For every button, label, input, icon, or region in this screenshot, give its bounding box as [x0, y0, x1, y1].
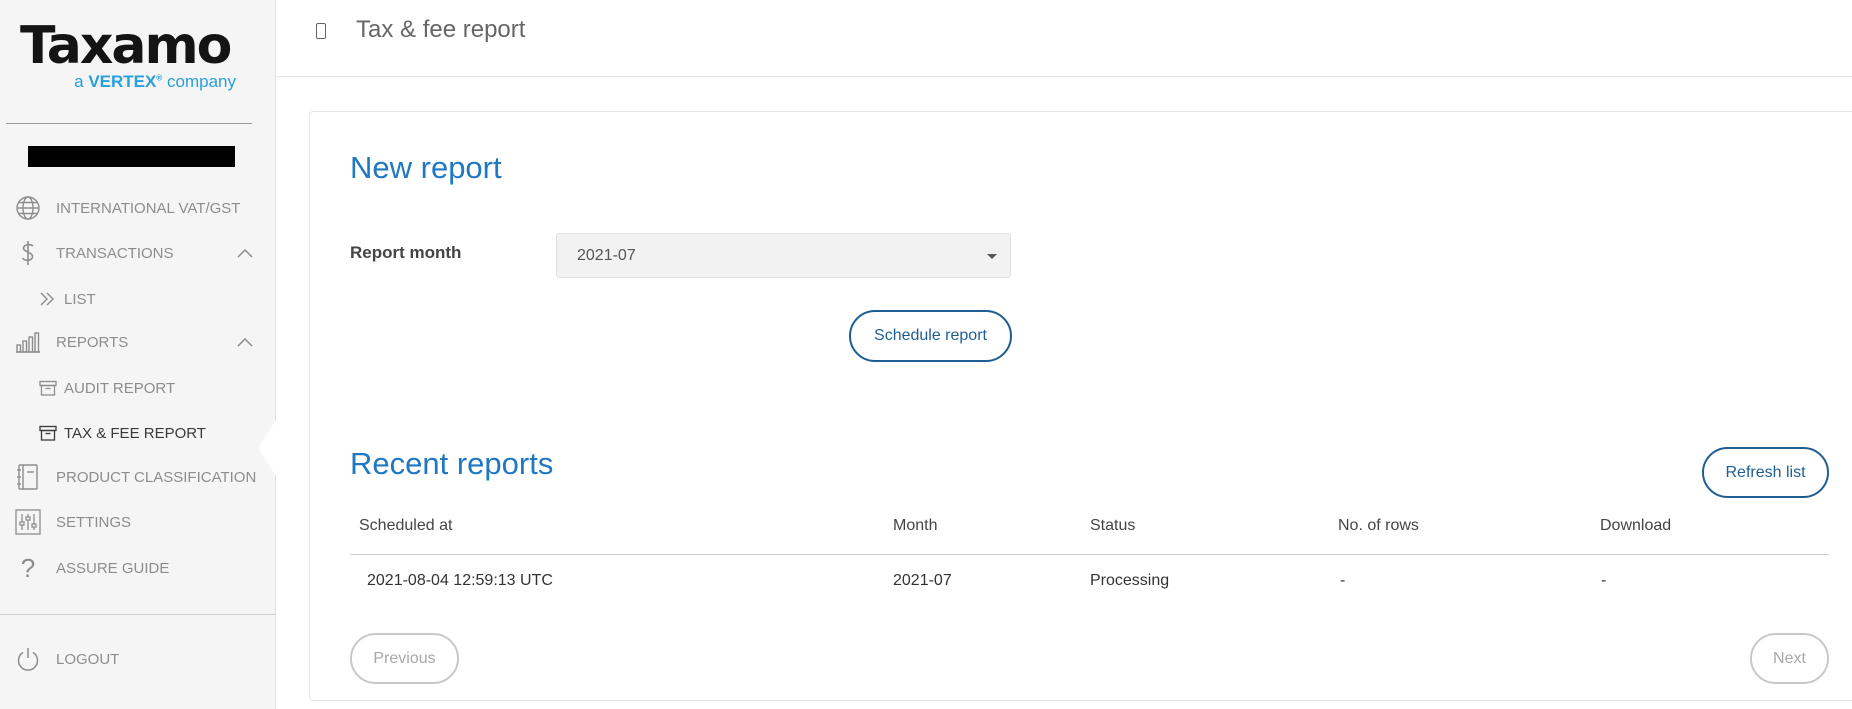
sidebar-item-label: ASSURE GUIDE — [56, 559, 170, 577]
table-row: 2021-08-04 12:59:13 UTC 2021-07 Processi… — [350, 555, 1829, 611]
column-header-rows[interactable]: No. of rows — [1338, 517, 1419, 535]
sidebar-item-label: REPORTS — [56, 333, 129, 351]
sidebar: Taxamo a VERTEX® company INTERNATIONAL V… — [0, 0, 276, 709]
recent-reports-table: Scheduled at Month Status No. of rows Do… — [350, 512, 1829, 611]
column-header-scheduled-at[interactable]: Scheduled at — [359, 517, 452, 535]
sidebar-item-list[interactable]: LIST — [0, 281, 275, 317]
bar-chart-icon — [14, 328, 42, 356]
sidebar-item-label: INTERNATIONAL VAT/GST — [56, 199, 241, 217]
question-icon: ? — [20, 552, 36, 583]
table-header: Scheduled at Month Status No. of rows Do… — [350, 512, 1829, 555]
sidebar-item-settings[interactable]: SETTINGS — [0, 502, 275, 542]
redacted-account-name — [28, 146, 235, 167]
chevron-up-icon[interactable] — [236, 336, 254, 348]
recent-reports-heading: Recent reports — [350, 446, 554, 481]
column-header-month[interactable]: Month — [893, 517, 937, 535]
sidebar-item-label: LIST — [64, 290, 96, 308]
new-report-heading: New report — [350, 150, 502, 185]
previous-page-button[interactable]: Previous — [350, 633, 459, 684]
chevron-up-icon[interactable] — [236, 247, 254, 259]
sidebar-item-international-vat-gst[interactable]: INTERNATIONAL VAT/GST — [0, 188, 275, 228]
sidebar-item-label: PRODUCT CLASSIFICATION — [56, 468, 257, 486]
sidebar-item-assure-guide[interactable]: ? ASSURE GUIDE — [0, 548, 275, 588]
cell-status: Processing — [1090, 572, 1170, 589]
sidebar-item-product-classification[interactable]: PRODUCT CLASSIFICATION — [0, 457, 275, 497]
report-card — [309, 111, 1852, 701]
schedule-report-button[interactable]: Schedule report — [849, 310, 1012, 362]
logout-button[interactable]: LOGOUT — [0, 639, 275, 679]
logo-wordmark: Taxamo — [20, 16, 232, 76]
sidebar-divider — [6, 123, 252, 124]
book-icon — [14, 463, 42, 491]
logout-label: LOGOUT — [56, 650, 120, 668]
page-title: Tax & fee report — [356, 16, 526, 43]
double-chevron-right-icon — [38, 289, 58, 309]
sidebar-item-label: TRANSACTIONS — [56, 244, 174, 262]
report-month-select[interactable]: 2021-07 — [556, 233, 1011, 278]
sidebar-item-audit-report[interactable]: AUDIT REPORT — [0, 370, 275, 406]
sidebar-item-tax-fee-report[interactable]: TAX & FEE REPORT — [0, 415, 275, 451]
report-month-value: 2021-07 — [577, 246, 636, 264]
sidebar-item-label: TAX & FEE REPORT — [64, 424, 206, 442]
caret-down-icon — [987, 254, 997, 259]
archive-box-icon — [38, 423, 58, 443]
cell-scheduled-at: 2021-08-04 12:59:13 UTC — [367, 572, 553, 589]
sliders-icon — [14, 508, 42, 536]
taxamo-logo[interactable]: Taxamo a VERTEX® company — [20, 18, 242, 93]
archive-box-icon — [38, 378, 58, 398]
power-icon — [14, 645, 42, 673]
column-header-download[interactable]: Download — [1600, 517, 1671, 535]
sidebar-divider — [0, 614, 276, 615]
cell-download: - — [1601, 572, 1607, 589]
sidebar-item-reports[interactable]: REPORTS — [0, 322, 275, 362]
next-page-button[interactable]: Next — [1750, 633, 1829, 684]
column-header-status[interactable]: Status — [1090, 517, 1135, 535]
sidebar-item-label: SETTINGS — [56, 513, 132, 531]
cell-month: 2021-07 — [893, 572, 952, 589]
top-header: Tax & fee report — [276, 0, 1852, 77]
menu-toggle-icon[interactable] — [316, 23, 326, 39]
cell-rows: - — [1340, 572, 1346, 589]
logo-tagline: a VERTEX® company — [74, 72, 236, 91]
refresh-list-button[interactable]: Refresh list — [1702, 447, 1829, 498]
globe-icon — [14, 194, 42, 222]
report-month-label: Report month — [350, 243, 462, 262]
sidebar-item-transactions[interactable]: TRANSACTIONS — [0, 233, 275, 273]
dollar-icon — [14, 239, 42, 267]
sidebar-item-label: AUDIT REPORT — [64, 379, 176, 397]
